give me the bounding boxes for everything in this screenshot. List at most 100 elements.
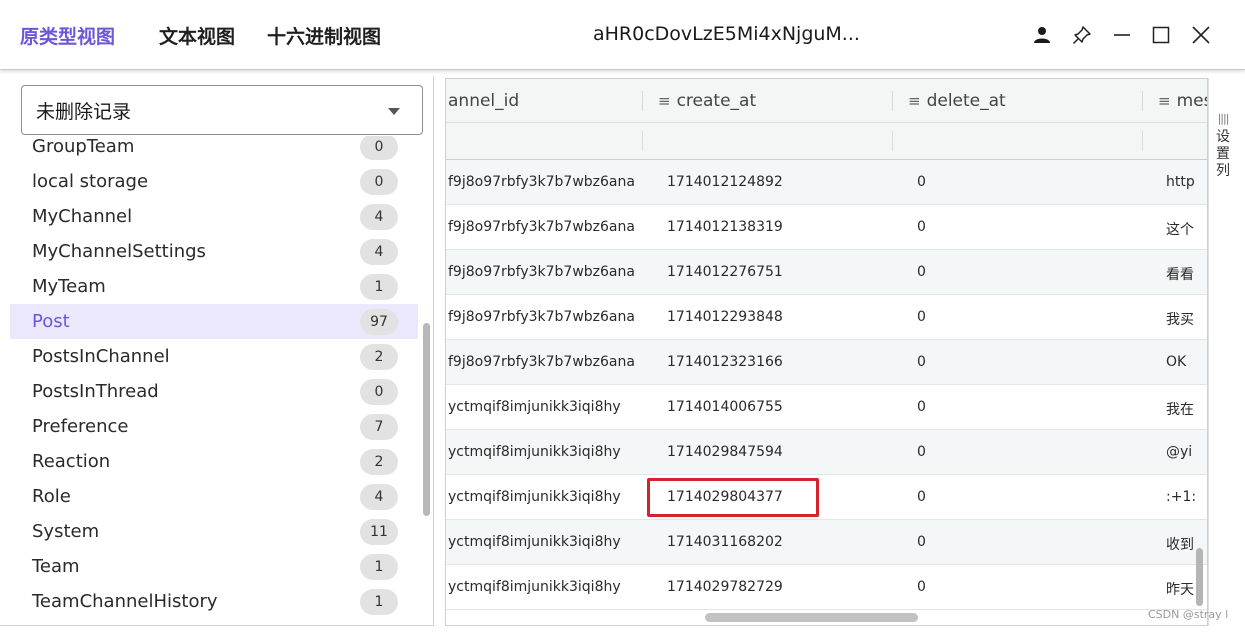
cell-delete-at: 0	[917, 579, 926, 595]
table-row[interactable]: f9j8o97rbfy3k7b7wbz6ana 1714012124892 0 …	[446, 160, 1207, 205]
cell-message: OK	[1166, 354, 1187, 370]
close-button[interactable]	[1186, 20, 1216, 50]
side-panel-label-char: 置	[1216, 146, 1230, 162]
pin-button[interactable]	[1067, 20, 1097, 50]
count-badge: 2	[360, 448, 398, 475]
cell-create-at: 1714031168202	[667, 534, 783, 550]
column-header-label: annel_id	[448, 91, 520, 111]
cell-create-at: 1714029782729	[667, 579, 783, 595]
cell-delete-at: 0	[917, 309, 926, 325]
cell-message: 我买	[1166, 312, 1194, 328]
list-item[interactable]: PostsInThread 0	[10, 374, 418, 409]
record-filter-select[interactable]: 未删除记录	[21, 85, 423, 135]
cell-channel-id: yctmqif8imjunikk3iqi8hy	[448, 399, 621, 415]
list-item[interactable]: PostsInChannel 2	[10, 339, 418, 374]
grid-horizontal-scrollbar[interactable]	[705, 613, 918, 622]
filter-separator	[892, 131, 893, 151]
grid-vertical-scrollbar[interactable]	[1196, 548, 1203, 606]
list-item[interactable]: local storage 0	[10, 164, 418, 199]
count-badge: 4	[360, 238, 398, 265]
list-item[interactable]: GroupTeam 0	[10, 136, 418, 164]
table-row[interactable]: f9j8o97rbfy3k7b7wbz6ana 1714012276751 0 …	[446, 250, 1207, 295]
count-badge: 0	[360, 136, 398, 160]
user-button[interactable]	[1027, 20, 1057, 50]
column-menu-icon: ≡	[1158, 92, 1171, 110]
table-row[interactable]: f9j8o97rbfy3k7b7wbz6ana 1714012293848 0 …	[446, 295, 1207, 340]
list-item-name: Team	[32, 556, 80, 577]
list-item[interactable]: Preference 7	[10, 409, 418, 444]
cell-channel-id: yctmqif8imjunikk3iqi8hy	[448, 489, 621, 505]
column-separator[interactable]	[892, 91, 893, 111]
record-filter-value: 未删除记录	[36, 100, 132, 123]
table-list: GroupTeam 0 local storage 0 MyChannel 4 …	[10, 136, 418, 625]
list-item-name: GroupTeam	[32, 136, 135, 157]
cell-delete-at: 0	[917, 444, 926, 460]
column-separator[interactable]	[642, 91, 643, 111]
cell-channel-id: f9j8o97rbfy3k7b7wbz6ana	[448, 264, 635, 280]
list-item[interactable]: Team 1	[10, 549, 418, 584]
cell-create-at: 1714029847594	[667, 444, 783, 460]
count-badge: 1	[360, 588, 398, 615]
data-grid: annel_id ≡ create_at ≡ delete_at ≡ mes f…	[445, 78, 1208, 626]
tab-hex-view[interactable]: 十六进制视图	[267, 22, 381, 49]
cell-create-at: 1714012276751	[667, 264, 783, 280]
list-item-name: Role	[32, 486, 71, 507]
column-header-message[interactable]: ≡ mes	[1158, 91, 1207, 111]
cell-create-at: 1714012138319	[667, 219, 783, 235]
column-settings-tab[interactable]: |||| 设 置 列	[1209, 112, 1237, 180]
cell-message: http	[1166, 174, 1195, 190]
minimize-button[interactable]	[1107, 20, 1137, 50]
cell-message: 我在	[1166, 402, 1194, 418]
table-row[interactable]: yctmqif8imjunikk3iqi8hy 1714031168202 0 …	[446, 520, 1207, 565]
grid-header: annel_id ≡ create_at ≡ delete_at ≡ mes	[446, 79, 1207, 123]
list-item[interactable]: MyChannel 4	[10, 199, 418, 234]
filter-separator	[1142, 131, 1143, 151]
table-row[interactable]: yctmqif8imjunikk3iqi8hy 1714014006755 0 …	[446, 385, 1207, 430]
column-header-delete-at[interactable]: ≡ delete_at	[908, 91, 1006, 111]
tab-raw-type-view[interactable]: 原类型视图	[20, 22, 115, 49]
grid-filter-row[interactable]	[446, 123, 1207, 160]
cell-channel-id: f9j8o97rbfy3k7b7wbz6ana	[448, 174, 635, 190]
close-icon	[1192, 26, 1210, 44]
window-title: aHR0cDovLzE5Mi4xNjguM...	[593, 23, 860, 45]
maximize-button[interactable]	[1146, 20, 1176, 50]
column-header-create-at[interactable]: ≡ create_at	[658, 91, 756, 111]
cell-create-at: 1714012293848	[667, 309, 783, 325]
cell-create-at: 1714012323166	[667, 354, 783, 370]
cell-channel-id: f9j8o97rbfy3k7b7wbz6ana	[448, 354, 635, 370]
table-row[interactable]: yctmqif8imjunikk3iqi8hy 1714029782729 0 …	[446, 565, 1207, 610]
table-row[interactable]: f9j8o97rbfy3k7b7wbz6ana 1714012138319 0 …	[446, 205, 1207, 250]
count-badge: 1	[360, 273, 398, 300]
tab-text-view[interactable]: 文本视图	[159, 22, 235, 49]
column-separator[interactable]	[1142, 91, 1143, 111]
list-item-name: System	[32, 521, 100, 542]
table-row[interactable]: yctmqif8imjunikk3iqi8hy 1714029847594 0 …	[446, 430, 1207, 475]
list-item-selected[interactable]: Post 97	[10, 304, 418, 339]
list-item-name: Reaction	[32, 451, 111, 472]
cell-channel-id: yctmqif8imjunikk3iqi8hy	[448, 534, 621, 550]
minimize-icon	[1114, 34, 1130, 36]
list-scrollbar[interactable]	[423, 323, 430, 516]
cell-create-at: 1714012124892	[667, 174, 783, 190]
list-item[interactable]: Reaction 2	[10, 444, 418, 479]
cell-delete-at: 0	[917, 534, 926, 550]
list-item[interactable]: Role 4	[10, 479, 418, 514]
column-settings-panel: |||| 设 置 列	[1208, 78, 1236, 626]
list-item[interactable]: MyChannelSettings 4	[10, 234, 418, 269]
count-badge: 7	[360, 413, 398, 440]
list-item[interactable]: TeamChannelHistory 1	[10, 584, 418, 619]
side-panel-label-char: 列	[1216, 163, 1230, 179]
cell-message: :+1:	[1166, 489, 1197, 505]
list-item[interactable]: MyTeam 1	[10, 269, 418, 304]
table-row[interactable]: yctmqif8imjunikk3iqi8hy 1714029804377 0 …	[446, 475, 1207, 520]
cell-delete-at: 0	[917, 174, 926, 190]
column-header-channel-id[interactable]: annel_id	[448, 91, 519, 111]
column-header-label: mes	[1176, 91, 1207, 111]
count-badge: 0	[360, 168, 398, 195]
cell-delete-at: 0	[917, 264, 926, 280]
count-badge: 1	[360, 553, 398, 580]
list-item[interactable]: System 11	[10, 514, 418, 549]
count-badge: 4	[360, 203, 398, 230]
table-row[interactable]: f9j8o97rbfy3k7b7wbz6ana 1714012323166 0 …	[446, 340, 1207, 385]
column-header-label: delete_at	[926, 91, 1006, 111]
